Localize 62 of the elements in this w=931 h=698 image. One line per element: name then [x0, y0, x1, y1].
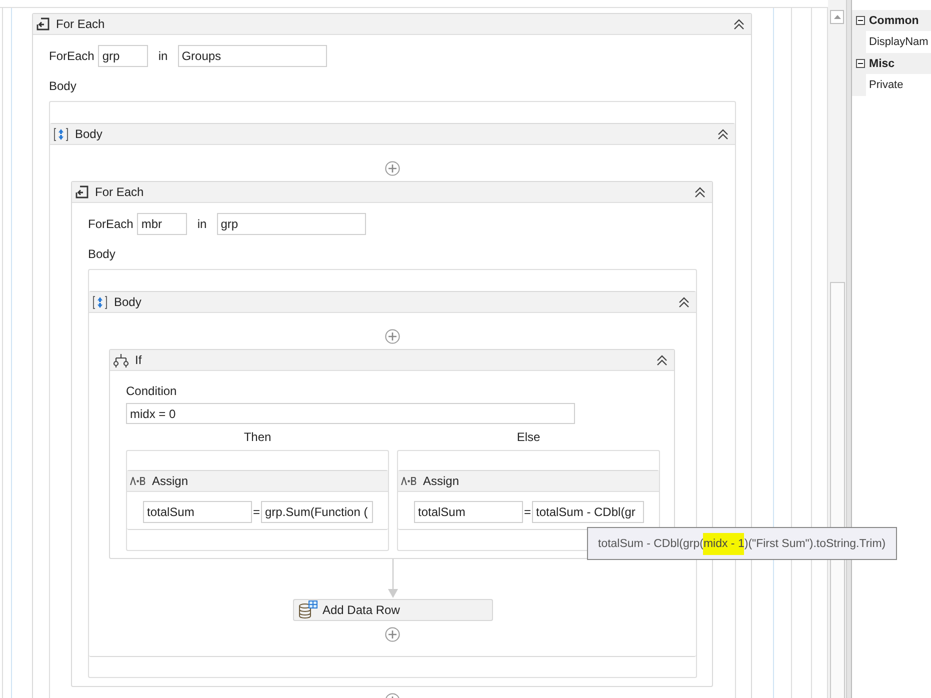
expression-field[interactable]: totalSum - CDbl(gr [532, 501, 644, 523]
activity-title: Body [75, 127, 102, 141]
activity-block[interactable]: Add Data Row [292, 599, 492, 621]
collapse-toggle-icon[interactable] [856, 59, 865, 68]
activity-header[interactable]: Body [50, 124, 735, 145]
expression-field[interactable]: midx = 0 [126, 403, 575, 424]
add-activity-icon[interactable] [385, 627, 400, 642]
activity-header[interactable]: If [110, 350, 674, 371]
activity-title: Body [114, 295, 142, 309]
add-activity-icon[interactable] [385, 161, 400, 176]
field-label: Condition [126, 384, 177, 398]
activity-header[interactable]: Assign [398, 471, 659, 492]
expression-field[interactable]: Groups [178, 45, 327, 67]
up-arrow-icon [834, 15, 840, 19]
activity-header[interactable]: Body [89, 292, 696, 313]
expression-field[interactable]: grp [98, 45, 148, 67]
activity-header[interactable]: For Each [72, 182, 712, 203]
activity-title: Assign [152, 474, 188, 488]
activity-title: For Each [56, 17, 105, 31]
tooltip: totalSum - CDbl(grp(midx - 1)("First Sum").toString.Trim) [587, 527, 897, 560]
branch-icon [113, 352, 129, 368]
branch-label: Else [516, 430, 540, 445]
expression-field[interactable]: mbr [137, 213, 188, 235]
activity-title: Add Data Row [322, 603, 400, 617]
collapse-toggle-icon[interactable] [856, 16, 865, 25]
field-label: ForEach [49, 49, 94, 63]
branch-label: Then [244, 430, 272, 445]
activity-title: For Each [95, 185, 144, 199]
section-label: Body [88, 247, 116, 262]
scroll-up-button[interactable] [830, 10, 844, 24]
activity-header[interactable]: For Each [33, 14, 751, 35]
sequence-icon [53, 126, 69, 142]
collapse-icon[interactable] [694, 186, 706, 198]
property-name: Private [869, 79, 904, 91]
loop-icon [75, 185, 89, 199]
assign-icon [130, 477, 146, 485]
collapse-icon[interactable] [733, 18, 745, 30]
activity-title: Assign [423, 474, 460, 488]
equals-sign: = [523, 505, 532, 519]
expression-field[interactable]: grp [216, 213, 366, 235]
connector-arrow [388, 559, 398, 599]
expression-field[interactable]: grp.Sum(Function ( [261, 501, 373, 523]
field-label: in [197, 217, 207, 231]
property-name: DisplayNam [869, 36, 928, 48]
equals-sign: = [252, 505, 261, 519]
category-header: Common [869, 14, 919, 26]
collapse-icon[interactable] [678, 296, 690, 308]
loop-icon [36, 17, 50, 31]
add-activity-icon[interactable] [385, 329, 400, 344]
activity-title: If [135, 353, 142, 367]
field-label: ForEach [88, 217, 134, 231]
expression-field[interactable]: totalSum [143, 501, 252, 523]
assign-icon [401, 477, 417, 485]
section-label: Body [49, 79, 76, 94]
activity-header[interactable]: Assign [127, 471, 388, 492]
sequence-icon [92, 294, 108, 310]
category-header: Misc [869, 58, 895, 70]
collapse-icon[interactable] [717, 128, 729, 140]
expression-field[interactable]: totalSum [414, 501, 523, 523]
collapse-icon[interactable] [656, 354, 668, 366]
database-icon [298, 600, 318, 620]
field-label: in [158, 49, 168, 63]
